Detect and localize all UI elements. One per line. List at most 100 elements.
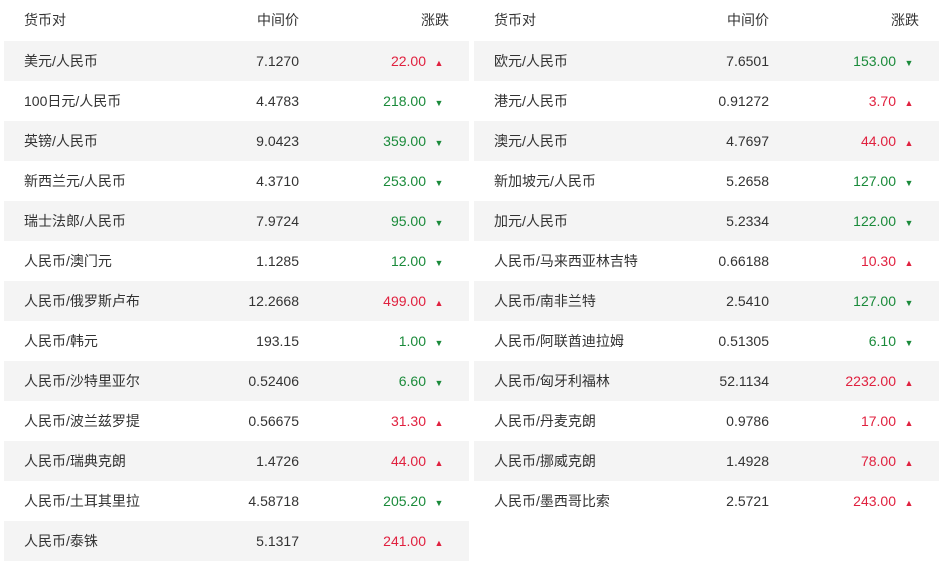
triangle-down-icon: ▼ (434, 98, 444, 108)
mid-rate: 1.4726 (256, 453, 299, 469)
change-amount: 241.00 (383, 533, 426, 549)
triangle-up-icon: ▲ (904, 98, 914, 108)
mid-rate: 0.9786 (726, 413, 769, 429)
change-amount: 153.00 (853, 53, 896, 69)
change-value: 6.60 ▼ (399, 361, 444, 403)
change-value: 6.10 ▼ (869, 321, 914, 363)
mid-rate: 193.15 (256, 333, 299, 349)
table-row[interactable]: 人民币/澳门元 1.1285 12.00 ▼ (4, 241, 469, 281)
currency-pair[interactable]: 人民币/挪威克朗 (494, 441, 596, 481)
table-row[interactable]: 人民币/阿联酋迪拉姆 0.51305 6.10 ▼ (474, 321, 939, 361)
currency-pair[interactable]: 人民币/瑞典克朗 (24, 441, 126, 481)
triangle-down-icon: ▼ (434, 218, 444, 228)
change-amount: 31.30 (390, 413, 426, 429)
change-amount: 17.00 (860, 413, 896, 429)
change-amount: 78.00 (860, 453, 896, 469)
currency-pair[interactable]: 欧元/人民币 (494, 41, 568, 81)
change-value: 243.00 ▲ (853, 481, 914, 523)
table-row[interactable]: 澳元/人民币 4.7697 44.00 ▲ (474, 121, 939, 161)
currency-pair[interactable]: 人民币/澳门元 (24, 241, 112, 281)
change-amount: 6.60 (398, 373, 426, 389)
currency-pair[interactable]: 人民币/土耳其里拉 (24, 481, 140, 521)
table-row[interactable]: 加元/人民币 5.2334 122.00 ▼ (474, 201, 939, 241)
change-amount: 127.00 (853, 173, 896, 189)
table-row[interactable]: 人民币/瑞典克朗 1.4726 44.00 ▲ (4, 441, 469, 481)
currency-pair[interactable]: 人民币/沙特里亚尔 (24, 361, 140, 401)
currency-pair[interactable]: 加元/人民币 (494, 201, 568, 241)
triangle-down-icon: ▼ (904, 298, 914, 308)
table-row[interactable]: 港元/人民币 0.91272 3.70 ▲ (474, 81, 939, 121)
currency-pair[interactable]: 人民币/波兰兹罗提 (24, 401, 140, 441)
currency-pair[interactable]: 人民币/俄罗斯卢布 (24, 281, 140, 321)
currency-pair[interactable]: 人民币/南非兰特 (494, 281, 596, 321)
table-row[interactable]: 人民币/挪威克朗 1.4928 78.00 ▲ (474, 441, 939, 481)
change-amount: 6.10 (868, 333, 896, 349)
currency-pair[interactable]: 人民币/墨西哥比索 (494, 481, 610, 521)
change-value: 499.00 ▲ (383, 281, 444, 323)
change-amount: 22.00 (390, 53, 426, 69)
mid-rate: 4.58718 (248, 493, 299, 509)
mid-rate: 0.91272 (718, 93, 769, 109)
table-row[interactable]: 100日元/人民币 4.4783 218.00 ▼ (4, 81, 469, 121)
table-row[interactable]: 瑞士法郎/人民币 7.9724 95.00 ▼ (4, 201, 469, 241)
change-value: 2232.00 ▲ (845, 361, 914, 403)
currency-pair[interactable]: 人民币/匈牙利福林 (494, 361, 610, 401)
mid-rate: 5.2334 (726, 213, 769, 229)
table-header: 货币对 中间价 涨跌 (4, 0, 469, 41)
change-amount: 122.00 (853, 213, 896, 229)
left-rows: 美元/人民币 7.1270 22.00 ▲ 100日元/人民币 4.4783 218.00 ▼… (4, 41, 469, 561)
table-row[interactable]: 人民币/南非兰特 2.5410 127.00 ▼ (474, 281, 939, 321)
currency-pair[interactable]: 人民币/韩元 (24, 321, 98, 361)
table-row[interactable]: 人民币/丹麦克朗 0.9786 17.00 ▲ (474, 401, 939, 441)
currency-pair[interactable]: 瑞士法郎/人民币 (24, 201, 126, 241)
change-value: 218.00 ▼ (383, 81, 444, 123)
table-row[interactable]: 新西兰元/人民币 4.3710 253.00 ▼ (4, 161, 469, 201)
currency-pair[interactable]: 新西兰元/人民币 (24, 161, 126, 201)
currency-pair[interactable]: 英镑/人民币 (24, 121, 98, 161)
table-row[interactable]: 人民币/匈牙利福林 52.1134 2232.00 ▲ (474, 361, 939, 401)
table-header: 货币对 中间价 涨跌 (474, 0, 939, 41)
mid-rate: 52.1134 (719, 373, 769, 389)
currency-pair[interactable]: 人民币/泰铢 (24, 521, 98, 561)
currency-pair[interactable]: 人民币/丹麦克朗 (494, 401, 596, 441)
mid-rate: 0.56675 (248, 413, 299, 429)
triangle-down-icon: ▼ (904, 58, 914, 68)
table-row[interactable]: 美元/人民币 7.1270 22.00 ▲ (4, 41, 469, 81)
right-rows: 欧元/人民币 7.6501 153.00 ▼ 港元/人民币 0.91272 3.70 ▲ 澳元/… (474, 41, 939, 521)
currency-pair[interactable]: 新加坡元/人民币 (494, 161, 596, 201)
table-row[interactable]: 人民币/马来西亚林吉特 0.66188 10.30 ▲ (474, 241, 939, 281)
header-mid: 中间价 (727, 12, 769, 28)
table-row[interactable]: 欧元/人民币 7.6501 153.00 ▼ (474, 41, 939, 81)
currency-pair[interactable]: 澳元/人民币 (494, 121, 568, 161)
table-row[interactable]: 人民币/土耳其里拉 4.58718 205.20 ▼ (4, 481, 469, 521)
change-amount: 1.00 (398, 333, 426, 349)
header-pair: 货币对 (24, 12, 66, 28)
table-row[interactable]: 英镑/人民币 9.0423 359.00 ▼ (4, 121, 469, 161)
mid-rate: 4.3710 (256, 173, 299, 189)
currency-pair[interactable]: 美元/人民币 (24, 41, 98, 81)
table-row[interactable]: 新加坡元/人民币 5.2658 127.00 ▼ (474, 161, 939, 201)
change-value: 17.00 ▲ (861, 401, 914, 443)
change-value: 10.30 ▲ (861, 241, 914, 283)
currency-pair[interactable]: 人民币/马来西亚林吉特 (494, 241, 638, 281)
right-rate-table: 货币对 中间价 涨跌 欧元/人民币 7.6501 153.00 ▼ 港元/人民币 0.91… (474, 0, 939, 521)
table-row[interactable]: 人民币/韩元 193.15 1.00 ▼ (4, 321, 469, 361)
triangle-up-icon: ▲ (904, 498, 914, 508)
table-row[interactable]: 人民币/墨西哥比索 2.5721 243.00 ▲ (474, 481, 939, 521)
table-row[interactable]: 人民币/俄罗斯卢布 12.2668 499.00 ▲ (4, 281, 469, 321)
table-row[interactable]: 人民币/沙特里亚尔 0.52406 6.60 ▼ (4, 361, 469, 401)
change-value: 122.00 ▼ (853, 201, 914, 243)
change-value: 12.00 ▼ (391, 241, 444, 283)
currency-pair[interactable]: 人民币/阿联酋迪拉姆 (494, 321, 624, 361)
mid-rate: 0.52406 (248, 373, 299, 389)
currency-pair[interactable]: 100日元/人民币 (24, 81, 121, 121)
mid-rate: 7.9724 (256, 213, 299, 229)
table-row[interactable]: 人民币/波兰兹罗提 0.56675 31.30 ▲ (4, 401, 469, 441)
change-value: 127.00 ▼ (853, 161, 914, 203)
triangle-down-icon: ▼ (434, 138, 444, 148)
change-amount: 205.20 (383, 493, 426, 509)
currency-pair[interactable]: 港元/人民币 (494, 81, 568, 121)
triangle-up-icon: ▲ (904, 378, 914, 388)
table-row[interactable]: 人民币/泰铢 5.1317 241.00 ▲ (4, 521, 469, 561)
change-amount: 3.70 (868, 93, 896, 109)
